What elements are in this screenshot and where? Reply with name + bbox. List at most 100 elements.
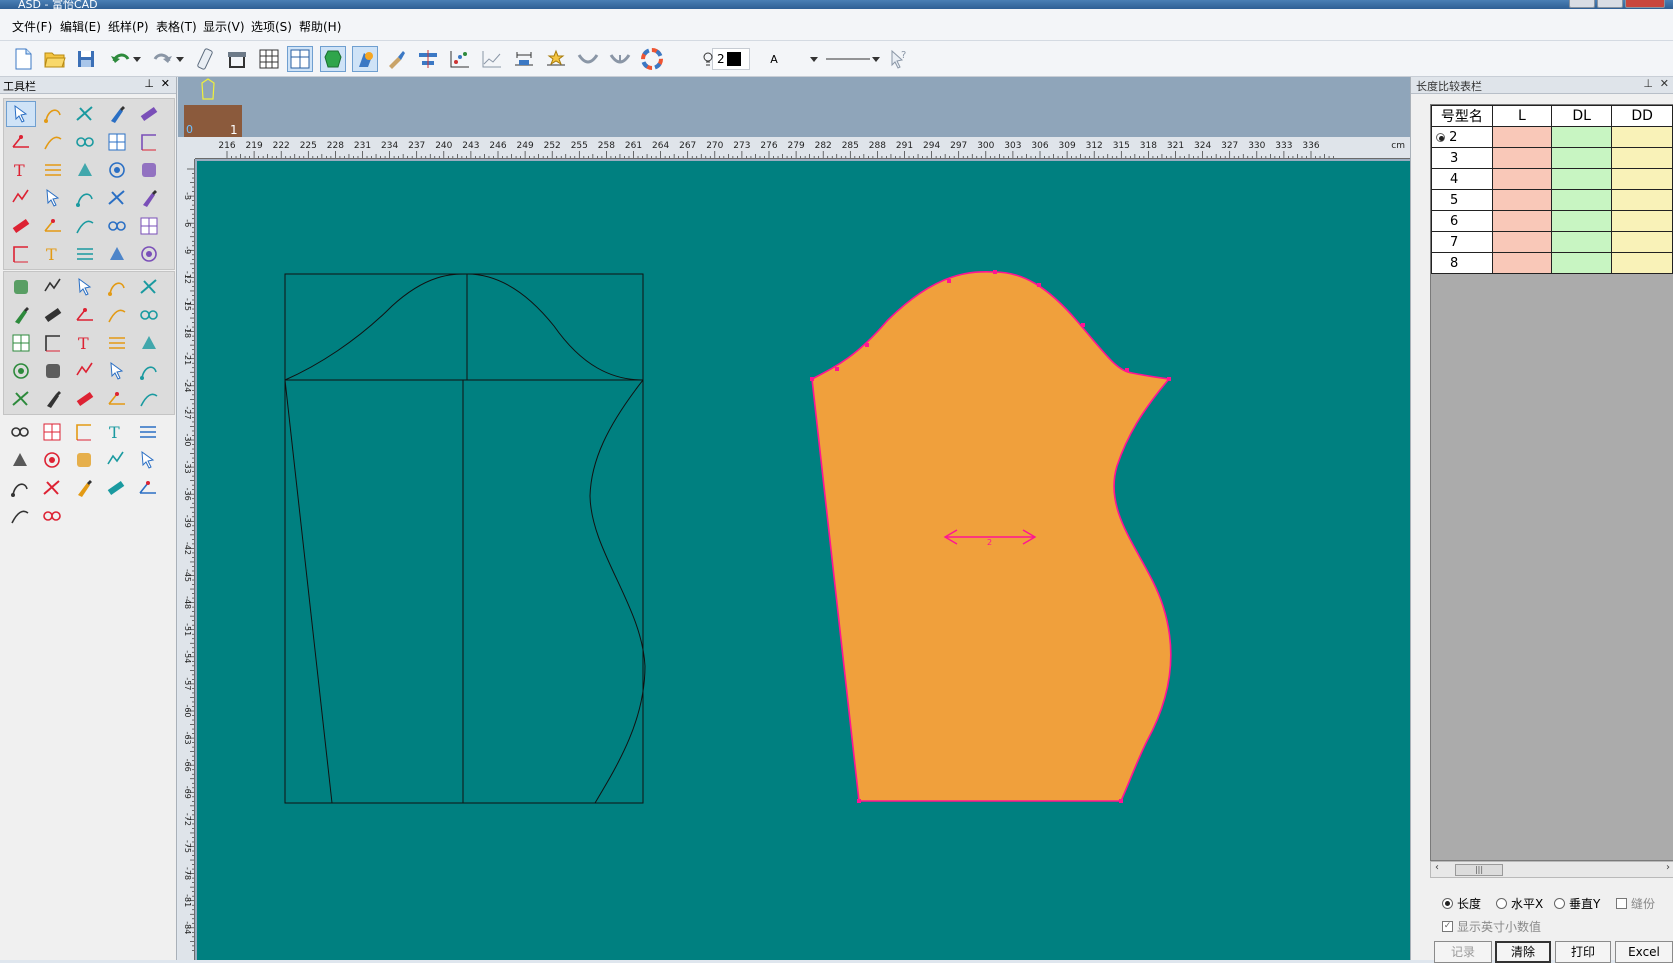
menu-view[interactable]: 显示(V) (203, 18, 245, 35)
tool-icon[interactable] (134, 358, 164, 384)
l-cell[interactable] (1491, 126, 1552, 148)
tool-icon[interactable] (69, 447, 99, 473)
tool-icon[interactable] (6, 101, 36, 127)
length-radio[interactable] (1442, 898, 1453, 909)
color-swatch-icon[interactable] (721, 46, 747, 72)
dl-cell[interactable] (1550, 147, 1613, 169)
tool-icon[interactable] (38, 185, 68, 211)
col-l[interactable]: L (1491, 105, 1552, 127)
table-row[interactable]: 5 (1431, 189, 1673, 211)
tool-icon[interactable] (5, 447, 35, 473)
tool-icon[interactable] (101, 475, 131, 501)
option-seam[interactable]: 缝份 (1616, 895, 1655, 912)
col-dl[interactable]: DL (1550, 105, 1613, 127)
dl-cell[interactable] (1550, 126, 1613, 148)
sleeve-cap-curve[interactable] (284, 273, 644, 381)
control-point[interactable] (835, 367, 839, 371)
tool-icon[interactable] (134, 129, 164, 155)
option-show-inch[interactable]: ✓ 显示英寸小数值 (1442, 918, 1541, 935)
tool-icon[interactable] (102, 274, 132, 300)
table-row[interactable]: 7 (1431, 231, 1673, 253)
scroll-thumb[interactable]: ||| (1455, 864, 1503, 876)
dd-cell[interactable] (1611, 126, 1673, 148)
option-length[interactable]: 长度 (1442, 895, 1481, 912)
star-piece-icon[interactable] (543, 46, 569, 72)
tool-icon[interactable] (6, 241, 36, 267)
new-file-icon[interactable] (10, 46, 36, 72)
tool-icon[interactable] (134, 213, 164, 239)
menu-file[interactable]: 文件(F) (12, 18, 52, 35)
distance-icon[interactable] (511, 46, 537, 72)
l-cell[interactable] (1491, 147, 1552, 169)
control-point[interactable] (993, 270, 997, 274)
tool-icon[interactable] (133, 475, 163, 501)
dd-cell[interactable] (1611, 210, 1673, 232)
control-point[interactable] (810, 377, 814, 381)
table-horizontal-scrollbar[interactable]: ‹ ||| › (1430, 861, 1673, 878)
table-row[interactable]: 8 (1431, 252, 1673, 274)
tool-icon[interactable] (6, 213, 36, 239)
menu-pattern[interactable]: 纸样(P) (108, 18, 149, 35)
piece-thumbnail[interactable]: 0 1 (184, 77, 242, 137)
tool-icon[interactable] (6, 386, 36, 412)
tool-icon[interactable] (37, 475, 67, 501)
grade-points-icon[interactable] (447, 46, 473, 72)
tool-icon[interactable] (102, 185, 132, 211)
close-window-button[interactable] (1625, 0, 1665, 8)
tool-icon[interactable] (70, 358, 100, 384)
tool-icon[interactable] (38, 302, 68, 328)
tool-icon[interactable] (102, 330, 132, 356)
back-sleeve-curve[interactable] (589, 379, 646, 804)
tool-icon[interactable] (102, 129, 132, 155)
tool-icon[interactable] (6, 330, 36, 356)
tool-icon[interactable] (134, 330, 164, 356)
tool-icon[interactable] (38, 129, 68, 155)
dd-cell[interactable] (1611, 189, 1673, 211)
tool-icon[interactable] (38, 274, 68, 300)
table-row[interactable]: 3 (1431, 147, 1673, 169)
font-label[interactable]: A (764, 46, 784, 72)
tool-icon[interactable] (70, 274, 100, 300)
size-name[interactable]: 6 (1431, 210, 1493, 232)
help-pointer-icon[interactable]: ? (886, 46, 912, 72)
notch-tool-icon[interactable] (607, 46, 633, 72)
brush-icon[interactable] (383, 46, 409, 72)
tool-icon[interactable] (70, 157, 100, 183)
tool-icon[interactable] (37, 447, 67, 473)
measure-tape-icon[interactable] (192, 46, 218, 72)
tool-icon[interactable] (102, 213, 132, 239)
menu-options[interactable]: 选项(S) (251, 18, 292, 35)
plotter-icon[interactable] (224, 46, 250, 72)
front-underarm-line[interactable] (284, 379, 333, 804)
option-horizontal[interactable]: 水平X (1496, 895, 1543, 912)
undo-dropdown-icon[interactable] (131, 46, 143, 72)
tool-icon[interactable] (70, 213, 100, 239)
tool-icon[interactable] (134, 185, 164, 211)
minimize-button[interactable] (1569, 0, 1595, 8)
tool-icon[interactable] (134, 101, 164, 127)
control-point[interactable] (1037, 283, 1041, 287)
tool-icon[interactable] (38, 213, 68, 239)
l-cell[interactable] (1491, 231, 1552, 253)
tool-icon[interactable] (70, 386, 100, 412)
tool-icon[interactable] (69, 475, 99, 501)
bulb-icon[interactable] (701, 46, 715, 72)
dd-cell[interactable] (1611, 231, 1673, 253)
control-point[interactable] (1167, 377, 1171, 381)
redo-icon[interactable] (150, 46, 176, 72)
maximize-button[interactable] (1597, 0, 1623, 8)
undo-icon[interactable] (107, 46, 133, 72)
tool-icon[interactable] (5, 475, 35, 501)
pin-icon[interactable]: ⊥ (1643, 77, 1653, 90)
dl-cell[interactable] (1550, 210, 1613, 232)
tool-icon[interactable] (70, 302, 100, 328)
table-row[interactable]: 2 (1431, 126, 1673, 148)
option-vertical[interactable]: 垂直Y (1554, 895, 1600, 912)
tool-icon[interactable] (134, 386, 164, 412)
tool-icon[interactable]: T (6, 157, 36, 183)
menu-table[interactable]: 表格(T) (156, 18, 197, 35)
col-size-name[interactable]: 号型名 (1431, 105, 1493, 127)
show-inch-checkbox[interactable]: ✓ (1442, 921, 1453, 932)
tool-icon[interactable]: T (101, 419, 131, 445)
horizontal-radio[interactable] (1496, 898, 1507, 909)
